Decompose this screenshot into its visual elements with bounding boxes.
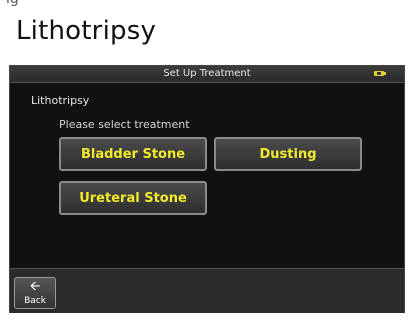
ureteral-stone-button[interactable]: Ureteral Stone: [59, 181, 207, 215]
back-label: Back: [24, 296, 46, 306]
back-button[interactable]: 🡨 Back: [14, 277, 56, 309]
back-arrow-icon: 🡨: [29, 279, 41, 294]
bladder-stone-button[interactable]: Bladder Stone: [59, 137, 207, 171]
dusting-button[interactable]: Dusting: [214, 137, 362, 171]
device-screen: Set Up Treatment Lithotripsy Please sele…: [9, 65, 405, 313]
section-label: Lithotripsy: [31, 94, 90, 107]
treatment-prompt: Please select treatment: [59, 118, 190, 131]
cropped-text-fragment: ig: [0, 0, 413, 10]
bottom-bar: 🡨 Back: [10, 268, 404, 313]
page-heading: Lithotripsy: [16, 16, 157, 46]
title-bar: Set Up Treatment: [10, 66, 404, 83]
fragment-text: ig: [6, 0, 19, 7]
battery-icon: [374, 71, 386, 76]
screen-title: Set Up Treatment: [163, 68, 251, 79]
